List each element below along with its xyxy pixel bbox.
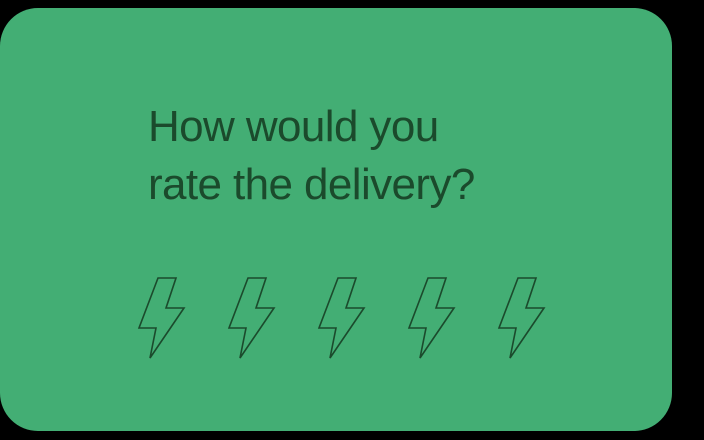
rating-question: How would you rate the delivery?	[148, 98, 568, 214]
rating-bolt-1-icon[interactable]	[134, 274, 186, 362]
rating-bolt-5-icon[interactable]	[494, 274, 546, 362]
question-line-1: How would you	[148, 102, 439, 151]
rating-bolt-2-icon[interactable]	[224, 274, 276, 362]
rating-bolt-4-icon[interactable]	[404, 274, 456, 362]
rating-bolt-3-icon[interactable]	[314, 274, 366, 362]
rating-bolts	[134, 274, 546, 362]
question-line-2: rate the delivery?	[148, 160, 475, 209]
rating-card: How would you rate the delivery?	[0, 8, 672, 431]
